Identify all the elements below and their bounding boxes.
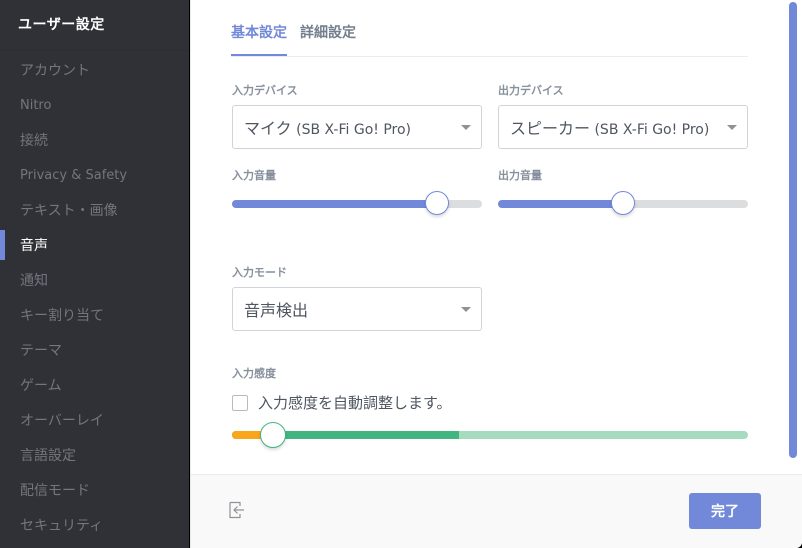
input-volume-fill bbox=[232, 200, 437, 208]
chevron-down-icon bbox=[727, 125, 737, 130]
output-volume-slider[interactable] bbox=[498, 191, 748, 215]
auto-sensitivity-checkbox[interactable] bbox=[232, 394, 248, 411]
tab-bar: 基本設定 詳細設定 bbox=[231, 0, 748, 57]
output-device-select[interactable]: スピーカー (SB X-Fi Go! Pro) bbox=[498, 105, 748, 149]
output-volume-label: 出力音量 bbox=[498, 169, 542, 182]
sidebar-item-label: 音声 bbox=[20, 238, 48, 254]
sensitivity-knob[interactable] bbox=[260, 422, 287, 448]
sidebar-item[interactable]: アカウント bbox=[0, 55, 189, 85]
footer: 完了 bbox=[191, 474, 802, 548]
tab-advanced-settings[interactable]: 詳細設定 bbox=[300, 22, 356, 54]
sidebar-item-label: Privacy & Safety bbox=[20, 167, 128, 183]
output-device-value-sub: (SB X-Fi Go! Pro) bbox=[590, 122, 710, 138]
sidebar-item[interactable]: Nitro bbox=[0, 90, 189, 120]
tab-basic-settings[interactable]: 基本設定 bbox=[231, 22, 287, 56]
output-volume-knob[interactable] bbox=[611, 191, 635, 215]
sidebar-item[interactable]: セキュリティ bbox=[0, 510, 189, 540]
sidebar-item-label: 接続 bbox=[20, 133, 48, 149]
sidebar-item-label: テキスト・画像 bbox=[20, 203, 118, 219]
sidebar-item[interactable]: Privacy & Safety bbox=[0, 160, 189, 190]
input-mode-value: 音声検出 bbox=[244, 301, 309, 320]
input-sensitivity-slider[interactable] bbox=[232, 422, 748, 448]
input-device-value-sub: (SB X-Fi Go! Pro) bbox=[291, 122, 412, 138]
sidebar-item-label: テーマ bbox=[20, 343, 62, 359]
output-device-label: 出力デバイス bbox=[498, 84, 564, 97]
settings-content: 基本設定 詳細設定 入力デバイス マイク (SB X-Fi Go! Pro) 出… bbox=[190, 0, 802, 548]
sidebar-item[interactable]: 接続 bbox=[0, 125, 189, 155]
settings-sidebar: ユーザー設定 アカウント Nitro 接続 Privacy & Safety テキスト・… bbox=[0, 0, 189, 548]
sidebar-item[interactable]: テーマ bbox=[0, 335, 189, 365]
scrollbar[interactable] bbox=[789, 0, 797, 470]
sidebar-item[interactable]: 通知 bbox=[0, 265, 189, 295]
sidebar-item-label: 配信モード bbox=[20, 483, 90, 499]
output-volume-fill bbox=[498, 200, 623, 208]
chevron-down-icon bbox=[461, 125, 471, 130]
input-volume-label: 入力音量 bbox=[232, 169, 276, 182]
input-mode-select[interactable]: 音声検出 bbox=[232, 287, 482, 331]
sidebar-item-label: オーバーレイ bbox=[20, 413, 104, 429]
sidebar-item-label: セキュリティ bbox=[20, 518, 104, 534]
input-mode-label: 入力モード bbox=[232, 266, 287, 279]
input-volume-knob[interactable] bbox=[425, 191, 449, 215]
sidebar-item-label: キー割り当て bbox=[20, 308, 104, 324]
sidebar-item[interactable]: オーバーレイ bbox=[0, 405, 189, 435]
sidebar-item[interactable]: テキスト・画像 bbox=[0, 195, 189, 225]
sidebar-item-label: アカウント bbox=[20, 63, 90, 79]
sidebar-item-label: Nitro bbox=[20, 97, 52, 113]
active-indicator bbox=[0, 230, 5, 260]
sidebar-item[interactable]: 音声 bbox=[0, 230, 189, 260]
sidebar-item-label: ゲーム bbox=[20, 378, 62, 394]
input-device-label: 入力デバイス bbox=[232, 84, 298, 97]
input-volume-slider[interactable] bbox=[232, 191, 482, 215]
output-device-value: スピーカー (SB X-Fi Go! Pro) bbox=[510, 115, 709, 139]
input-device-value-main: マイク bbox=[244, 119, 292, 138]
scrollbar-thumb[interactable] bbox=[789, 2, 797, 458]
sidebar-title: ユーザー設定 bbox=[18, 17, 105, 33]
input-sensitivity-label: 入力感度 bbox=[232, 367, 276, 380]
input-device-select[interactable]: マイク (SB X-Fi Go! Pro) bbox=[232, 105, 482, 149]
sidebar-item[interactable]: 配信モード bbox=[0, 475, 189, 505]
sidebar-item[interactable]: 言語設定 bbox=[0, 440, 189, 470]
done-button[interactable]: 完了 bbox=[689, 493, 761, 529]
sidebar-item-label: 言語設定 bbox=[20, 448, 76, 464]
output-device-value-main: スピーカー bbox=[510, 119, 591, 138]
sidebar-item[interactable]: キー割り当て bbox=[0, 300, 189, 330]
chevron-down-icon bbox=[461, 307, 471, 312]
sidebar-item[interactable]: ゲーム bbox=[0, 370, 189, 400]
auto-sensitivity-option[interactable]: 入力感度を自動調整します。 bbox=[232, 392, 452, 413]
sidebar-item-label: 通知 bbox=[20, 273, 48, 289]
sidebar-divider bbox=[0, 50, 189, 51]
input-device-value: マイク (SB X-Fi Go! Pro) bbox=[244, 115, 411, 139]
logout-icon[interactable] bbox=[228, 501, 246, 519]
auto-sensitivity-label: 入力感度を自動調整します。 bbox=[258, 394, 452, 412]
